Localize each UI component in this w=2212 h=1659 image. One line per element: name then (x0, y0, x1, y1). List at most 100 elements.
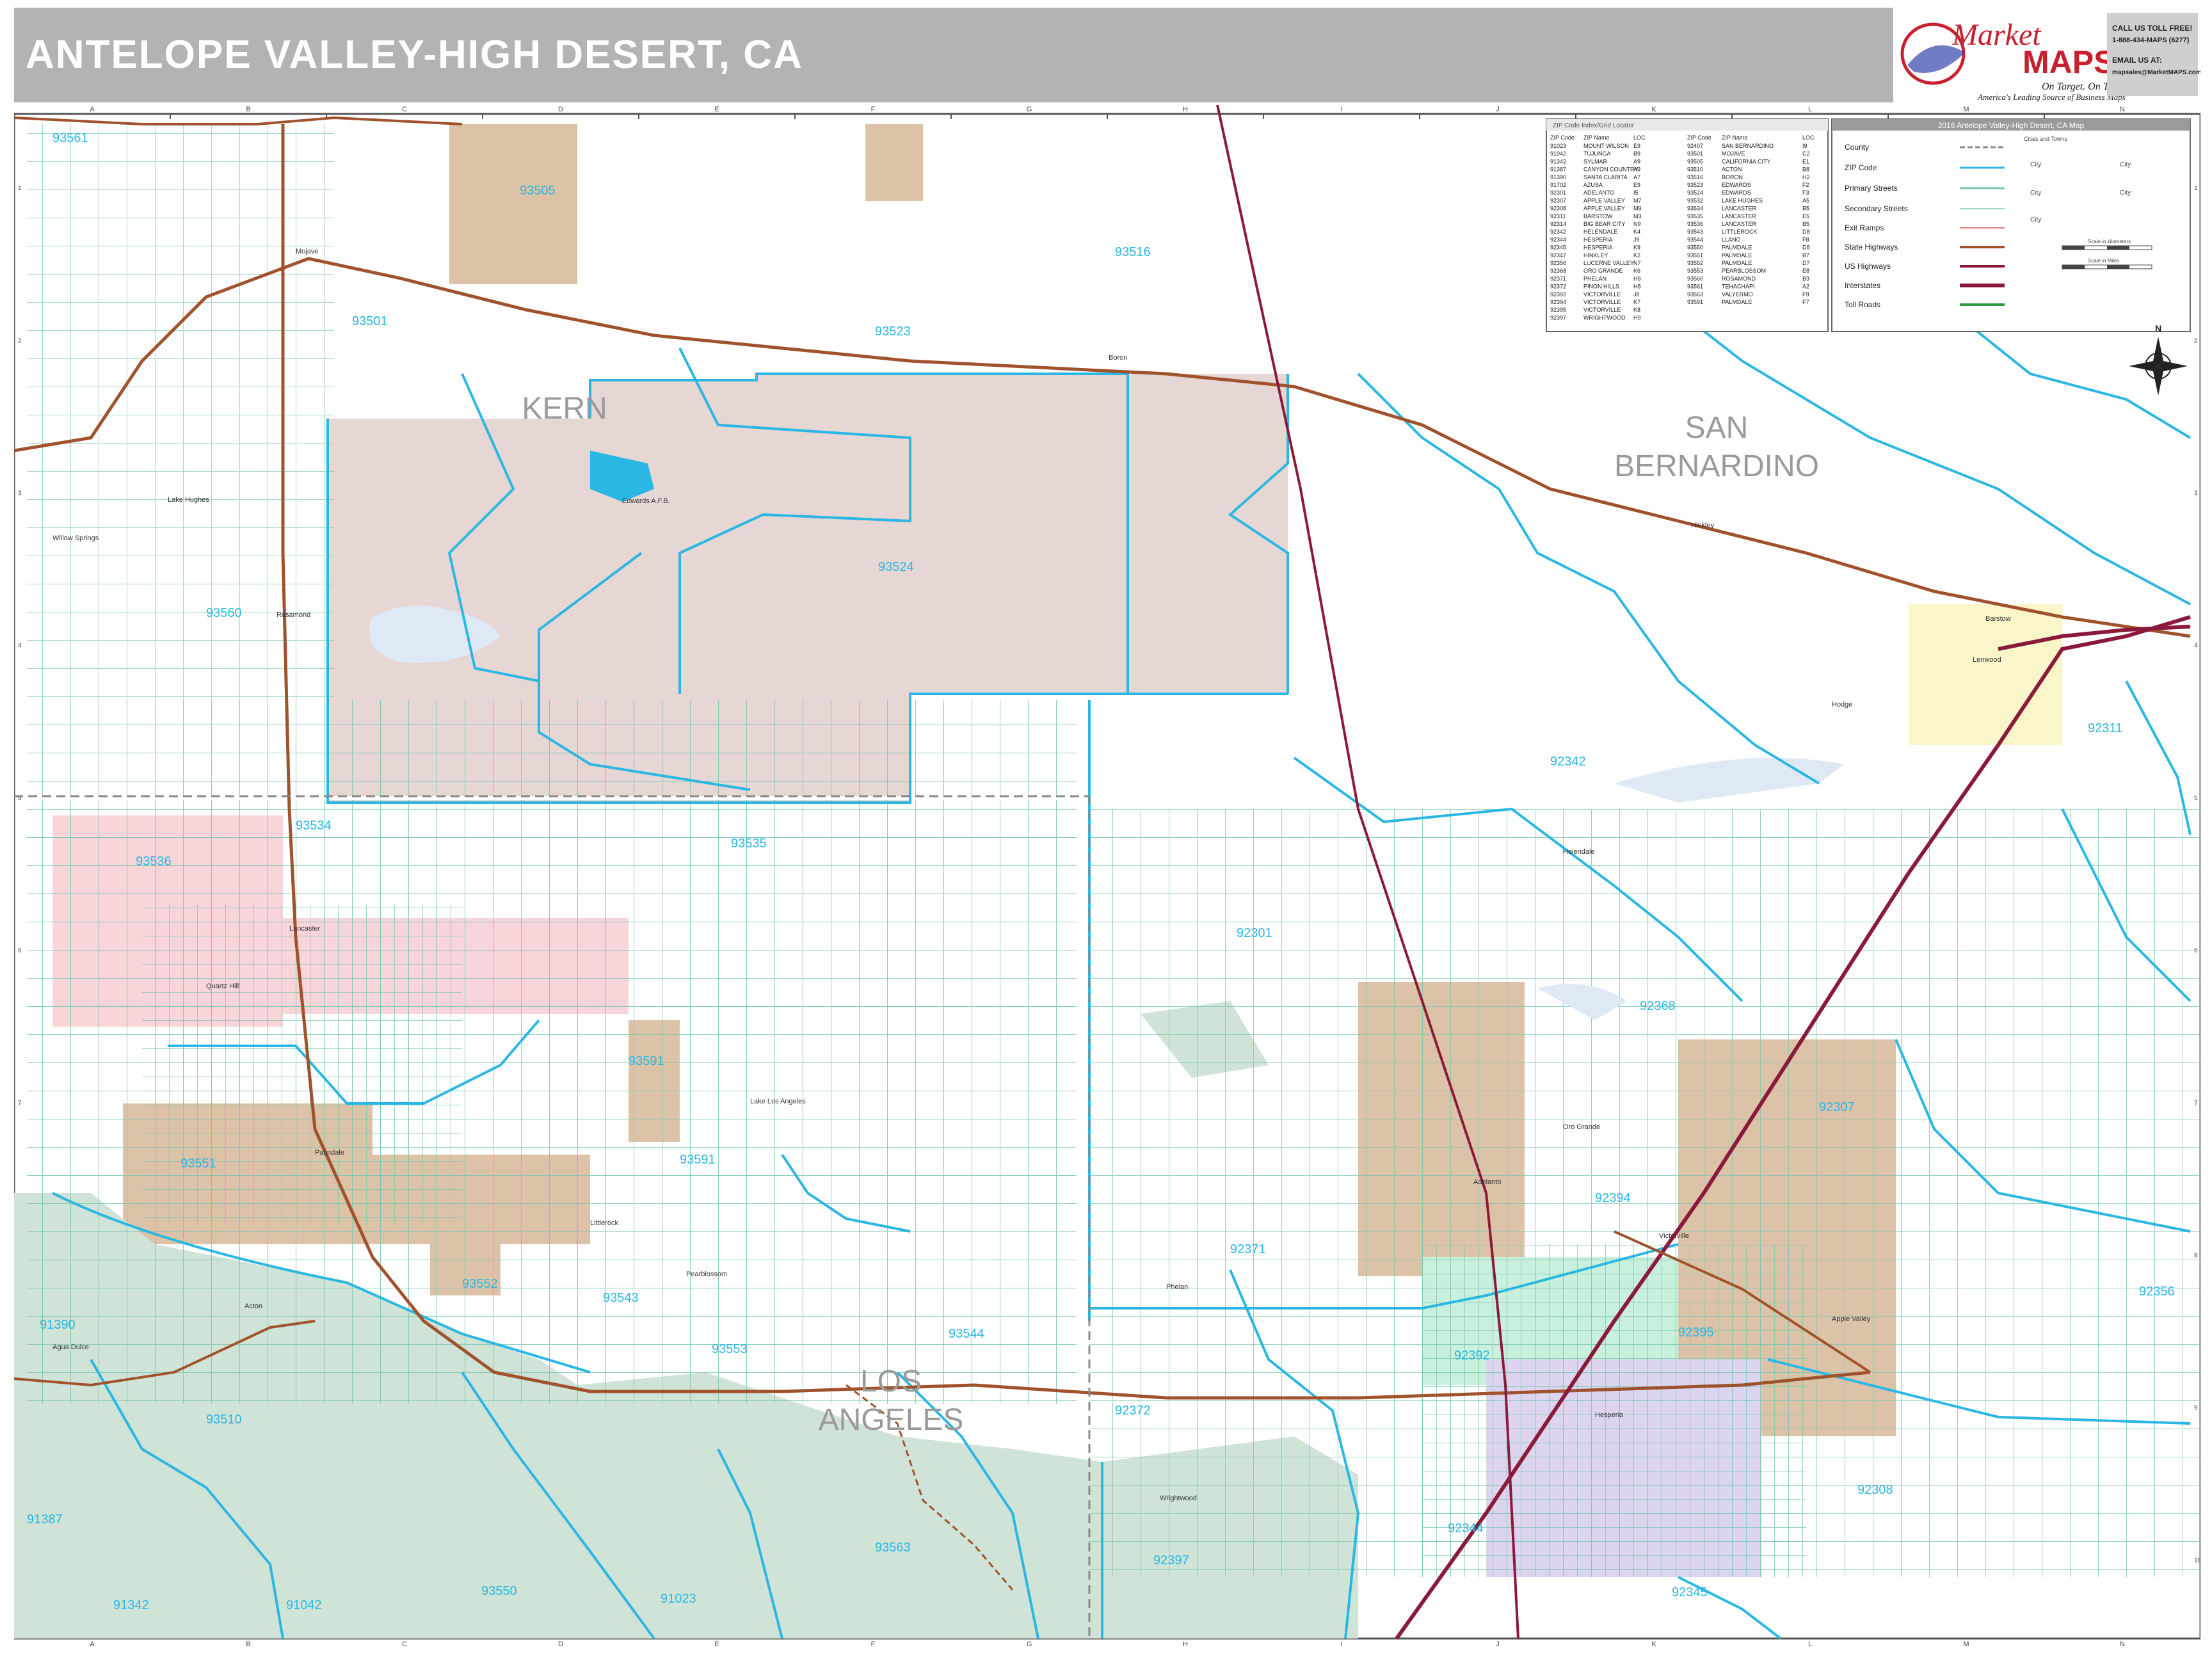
zip-index-cell: TEHACHAPI (1722, 284, 1755, 290)
grid-row-label: 3 (18, 490, 22, 497)
grid-column-label: L (1808, 1640, 1812, 1647)
tan-area-north (865, 124, 923, 201)
zip-label: 93544 (949, 1327, 984, 1341)
zip-label: 93552 (462, 1277, 498, 1291)
zip-index-cell: 92311 (1550, 213, 1566, 220)
legend-item-zip: ZIP Code (1845, 163, 1877, 172)
zip-index-cell: 92342 (1550, 228, 1566, 235)
place-label: Phelan (1166, 1283, 1188, 1291)
zip-label: 91387 (27, 1512, 63, 1527)
zip-index-cell: BORON (1722, 174, 1743, 180)
zip-index-cell: CANYON COUNTRY (1583, 166, 1638, 173)
grid-column-label: J (1496, 1640, 1500, 1647)
grid-row-label: 3 (2194, 490, 2198, 497)
zip-index-cell: ROSAMOND (1722, 275, 1756, 282)
zip-label: 92392 (1454, 1349, 1490, 1363)
title-bar: ANTELOPE VALLEY-HIGH DESERT, CA (14, 8, 1893, 102)
email-address: mapsales@MarketMAPS.com (2112, 69, 2200, 76)
zip-index-cell: 92345 (1550, 244, 1566, 251)
place-label: Boron (1109, 354, 1127, 362)
zip-label: 91342 (113, 1598, 149, 1612)
zip-index-cell: F3 (1802, 189, 1809, 196)
zip-index-header: LOC (1633, 134, 1646, 141)
zip-index-cell: 93523 (1687, 182, 1703, 188)
zip-index-cell: EDWARDS (1722, 189, 1751, 196)
zip-index-cell: 93552 (1687, 260, 1703, 266)
grid-column-label: A (90, 106, 95, 113)
zip-index-cell: LITTLEROCK (1722, 228, 1758, 235)
grid-column-label: I (1340, 106, 1342, 113)
place-label: Edwards A.F.B. (622, 497, 670, 505)
brand-subtitle: America's Leading Source of Business Map… (1977, 92, 2126, 102)
zip-index-cell: M3 (1633, 213, 1642, 220)
zip-index-cell: B7 (1802, 252, 1809, 259)
legend-scale-mi: Scale in Miles (2088, 258, 2119, 264)
zip-index-cell: APPLE VALLEY (1583, 197, 1625, 204)
zip-index-cell: A9 (1633, 158, 1640, 164)
zip-label: 93543 (603, 1291, 639, 1305)
place-label: Littlerock (590, 1219, 619, 1227)
zip-index-cell: SANTA CLARITA (1583, 174, 1628, 180)
grid-column-label: F (871, 1640, 876, 1647)
zip-label: 93524 (878, 560, 914, 574)
place-label: Agua Dulce (52, 1343, 89, 1351)
zip-index-cell: 91342 (1550, 158, 1566, 164)
place-label: Hodge (1832, 701, 1852, 709)
marketmaps-logo: Market MAPS On Target. On Time. America'… (1900, 18, 2126, 102)
zip-label: 91042 (286, 1598, 322, 1612)
zip-index-cell: 93536 (1687, 221, 1703, 227)
zip-index-cell: HESPERIA (1583, 236, 1613, 243)
zip-index-cell: VICTORVILLE (1583, 299, 1621, 305)
zip-index-cell: VICTORVILLE (1583, 307, 1621, 313)
zip-label: 91390 (40, 1318, 76, 1332)
zip-index-cell: 92395 (1550, 307, 1566, 313)
grid-column-label: C (402, 1640, 407, 1647)
zip-label: 91023 (661, 1592, 696, 1606)
grid-column-label: F (871, 106, 876, 113)
zip-index-cell: 92314 (1550, 221, 1566, 227)
place-label: Acton (244, 1302, 262, 1310)
zip-label: 93550 (481, 1584, 517, 1598)
grid-column-label: E (714, 1640, 719, 1647)
zip-index-cell: 92308 (1550, 205, 1566, 212)
zip-index-cell: ADELANTO (1583, 189, 1614, 196)
zip-index-cell: A7 (1633, 174, 1640, 180)
place-label: Pearblossom (686, 1270, 727, 1278)
grid-column-label: I (1340, 1640, 1342, 1647)
zip-label: 92344 (1448, 1521, 1484, 1535)
grid-row-label: 7 (18, 1100, 22, 1107)
zip-index-cell: E9 (1633, 143, 1640, 149)
zip-index-cell: CALIFORNIA CITY (1722, 158, 1771, 164)
zip-index-cell: 93551 (1687, 252, 1703, 259)
place-label: Rosamond (276, 611, 310, 619)
zip-label: 92307 (1819, 1100, 1855, 1114)
zip-index-cell: 92356 (1550, 260, 1566, 266)
zip-index-cell: 92301 (1550, 189, 1566, 196)
grid-column-label: K (1651, 1640, 1656, 1647)
email-label: EMAIL US AT: (2112, 56, 2162, 65)
map-area[interactable]: ABCDEFGHIJKLMN ABCDEFGHIJKLMN 1234567891… (13, 104, 2212, 1648)
zip-index-cell: 93501 (1687, 150, 1703, 157)
zip-label: 92345 (1672, 1585, 1708, 1599)
map-canvas: ABCDEFGHIJKLMN ABCDEFGHIJKLMN 1234567891… (13, 104, 2212, 1648)
zip-label: 92342 (1550, 755, 1586, 769)
legend-city-3: City (2030, 216, 2041, 223)
place-label: Barstow (1985, 615, 2011, 623)
zip-index-cell: N9 (1633, 221, 1641, 227)
zip-index-cell: VALYERMO (1722, 291, 1753, 298)
zip-index-cell: HINKLEY (1583, 252, 1608, 259)
place-label: Lenwood (1973, 656, 2001, 664)
zip-index-cell: F8 (1802, 236, 1809, 243)
zip-label: 93523 (875, 325, 911, 339)
zip-index-cell: 93524 (1687, 189, 1703, 196)
legend-city-5: City (2120, 189, 2131, 196)
zip-index-cell: BIG BEAR CITY (1583, 221, 1626, 227)
zip-index-cell: PHELAN (1583, 275, 1607, 282)
zip-index-cell: E5 (1802, 213, 1809, 220)
legend-city-4: City (2120, 161, 2131, 168)
legend-item-ramps: Exit Ramps (1845, 223, 1884, 232)
zip-index-cell: 91702 (1550, 182, 1566, 188)
zip-label: 92308 (1857, 1483, 1893, 1497)
grid-column-label: B (246, 106, 250, 113)
zip-index-cell: 92347 (1550, 252, 1566, 259)
